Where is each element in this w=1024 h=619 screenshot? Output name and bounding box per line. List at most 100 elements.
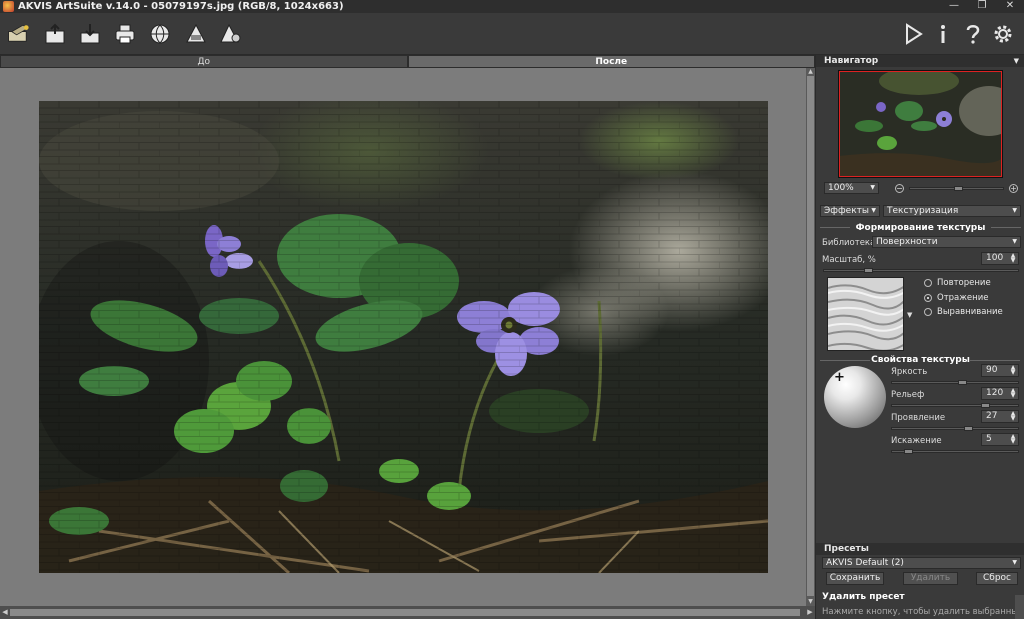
scale-input[interactable]: 100 ▲ ▼ bbox=[981, 252, 1019, 265]
effects-category: Эффекты bbox=[824, 206, 869, 216]
relief-input[interactable]: 120 ▲ ▼ bbox=[981, 387, 1019, 400]
brightness-input[interactable]: 90 ▲ ▼ bbox=[981, 364, 1019, 377]
chevron-down-icon: ▼ bbox=[871, 207, 876, 214]
emergence-slider[interactable] bbox=[891, 427, 1019, 430]
spinner-icon[interactable]: ▲ ▼ bbox=[1010, 434, 1016, 445]
horizontal-scroll-thumb[interactable] bbox=[10, 609, 800, 616]
navigator-preview[interactable] bbox=[838, 70, 1003, 178]
brightness-label: Яркость bbox=[891, 367, 928, 377]
spinner-icon[interactable]: ▲ ▼ bbox=[1010, 411, 1016, 422]
share-icon[interactable] bbox=[147, 21, 173, 47]
delete-preset-button[interactable]: Удалить bbox=[903, 572, 958, 585]
brightness-value: 90 bbox=[986, 365, 998, 375]
effect-selector: Эффекты ▼ Текстуризация ▼ bbox=[816, 205, 1024, 219]
chevron-down-icon: ▼ bbox=[1012, 238, 1017, 245]
brightness-slider[interactable] bbox=[891, 381, 1019, 384]
brightness-slider-thumb[interactable] bbox=[958, 380, 967, 385]
batch-icon[interactable] bbox=[183, 21, 209, 47]
light-direction-sphere[interactable]: + bbox=[824, 366, 886, 428]
scroll-down-icon[interactable]: ▼ bbox=[806, 598, 815, 606]
spinner-icon[interactable]: ▲ ▼ bbox=[1010, 253, 1016, 264]
mode-repeat-label: Повторение bbox=[937, 278, 991, 288]
minimize-button[interactable]: — bbox=[940, 0, 968, 13]
preset-current: AKVIS Default (2) bbox=[826, 558, 904, 568]
window-title: AKVIS ArtSuite v.14.0 - 05079197s.jpg (R… bbox=[18, 1, 344, 12]
library-select[interactable]: Поверхности ▼ bbox=[872, 236, 1021, 248]
tab-before[interactable]: До bbox=[0, 55, 408, 68]
toolbar bbox=[0, 13, 1024, 55]
light-source-icon[interactable]: + bbox=[834, 370, 845, 385]
run-icon[interactable] bbox=[900, 21, 926, 47]
mode-align-radio[interactable]: Выравнивание bbox=[924, 307, 1003, 317]
emergence-value: 27 bbox=[986, 411, 998, 421]
zoom-out-icon[interactable]: − bbox=[895, 184, 904, 193]
chevron-down-icon: ▼ bbox=[870, 184, 875, 191]
navigator-title: Навигатор bbox=[824, 56, 879, 66]
save-preset-button[interactable]: Сохранить bbox=[826, 572, 884, 585]
emergence-slider-thumb[interactable] bbox=[964, 426, 973, 431]
relief-label: Рельеф bbox=[891, 390, 925, 400]
zoom-select[interactable]: 100% ▼ bbox=[824, 182, 879, 194]
texture-dropdown-icon[interactable]: ▼ bbox=[907, 311, 912, 319]
vertical-scroll-thumb[interactable] bbox=[807, 76, 814, 596]
radio-icon bbox=[924, 308, 932, 316]
spinner-icon[interactable]: ▲ ▼ bbox=[1010, 388, 1016, 399]
presets-header: Пресеты bbox=[816, 543, 1024, 555]
tab-after[interactable]: После bbox=[407, 55, 815, 68]
settings-batch-icon[interactable] bbox=[218, 21, 244, 47]
info-icon[interactable] bbox=[930, 21, 956, 47]
spinner-icon[interactable]: ▲ ▼ bbox=[1010, 365, 1016, 376]
preset-select[interactable]: AKVIS Default (2) ▼ bbox=[822, 557, 1021, 569]
emergence-label: Проявление bbox=[891, 413, 946, 423]
view-tabs: До После bbox=[0, 55, 815, 68]
scale-label: Масштаб, % bbox=[822, 255, 876, 265]
scroll-up-icon[interactable]: ▲ bbox=[806, 68, 815, 76]
mode-reflect-radio[interactable]: Отражение bbox=[924, 293, 988, 303]
chevron-down-icon: ▼ bbox=[1012, 207, 1017, 214]
scale-slider[interactable] bbox=[823, 269, 1019, 272]
presets-title: Пресеты bbox=[824, 544, 869, 554]
save-image-icon[interactable] bbox=[77, 21, 103, 47]
emergence-input[interactable]: 27 ▲ ▼ bbox=[981, 410, 1019, 423]
zoom-in-icon[interactable]: + bbox=[1009, 184, 1018, 193]
effects-category-select[interactable]: Эффекты ▼ bbox=[820, 205, 880, 217]
window-controls: — ❐ ✕ bbox=[940, 0, 1024, 13]
mode-reflect-label: Отражение bbox=[937, 293, 989, 303]
mode-align-label: Выравнивание bbox=[937, 307, 1003, 317]
texture-preview[interactable] bbox=[827, 277, 904, 351]
collapse-icon[interactable]: ▼ bbox=[1014, 55, 1019, 67]
relief-slider-thumb[interactable] bbox=[981, 403, 990, 408]
library-value: Поверхности bbox=[876, 237, 938, 247]
preferences-icon[interactable] bbox=[990, 21, 1016, 47]
distortion-value: 5 bbox=[986, 434, 992, 444]
image-canvas[interactable] bbox=[0, 68, 806, 606]
open-image-icon[interactable] bbox=[42, 21, 68, 47]
print-icon[interactable] bbox=[112, 21, 138, 47]
relief-slider[interactable] bbox=[891, 404, 1019, 407]
close-button[interactable]: ✕ bbox=[996, 0, 1024, 13]
distortion-label: Искажение bbox=[891, 436, 942, 446]
reset-preset-button[interactable]: Сброс bbox=[976, 572, 1018, 585]
app-icon bbox=[3, 1, 14, 12]
zoom-slider-thumb[interactable] bbox=[954, 186, 963, 191]
distortion-input[interactable]: 5 ▲ ▼ bbox=[981, 433, 1019, 446]
panel-scrollbar[interactable] bbox=[1015, 595, 1024, 619]
effect-select[interactable]: Текстуризация ▼ bbox=[883, 205, 1021, 217]
hint-title: Удалить пресет bbox=[822, 592, 905, 602]
maximize-button[interactable]: ❐ bbox=[968, 0, 996, 13]
navigator-header[interactable]: Навигатор ▼ bbox=[816, 55, 1024, 67]
distortion-slider-thumb[interactable] bbox=[904, 449, 913, 454]
zoom-value: 100% bbox=[828, 183, 854, 193]
scale-value: 100 bbox=[986, 253, 1004, 263]
help-icon[interactable] bbox=[960, 21, 986, 47]
app-logo-icon[interactable] bbox=[4, 21, 34, 47]
vertical-scrollbar[interactable]: ▲ ▼ bbox=[806, 68, 815, 606]
horizontal-scrollbar[interactable]: ◀ ▶ bbox=[0, 606, 815, 619]
scroll-right-icon[interactable]: ▶ bbox=[805, 606, 815, 619]
scroll-left-icon[interactable]: ◀ bbox=[0, 606, 10, 619]
mode-repeat-radio[interactable]: Повторение bbox=[924, 278, 991, 288]
scale-slider-thumb[interactable] bbox=[864, 268, 873, 273]
app-window: AKVIS ArtSuite v.14.0 - 05079197s.jpg (R… bbox=[0, 0, 1024, 619]
navigator-frame[interactable] bbox=[839, 71, 1002, 177]
hint-text: Нажмите кнопку, чтобы удалить выбранный bbox=[822, 607, 1024, 617]
